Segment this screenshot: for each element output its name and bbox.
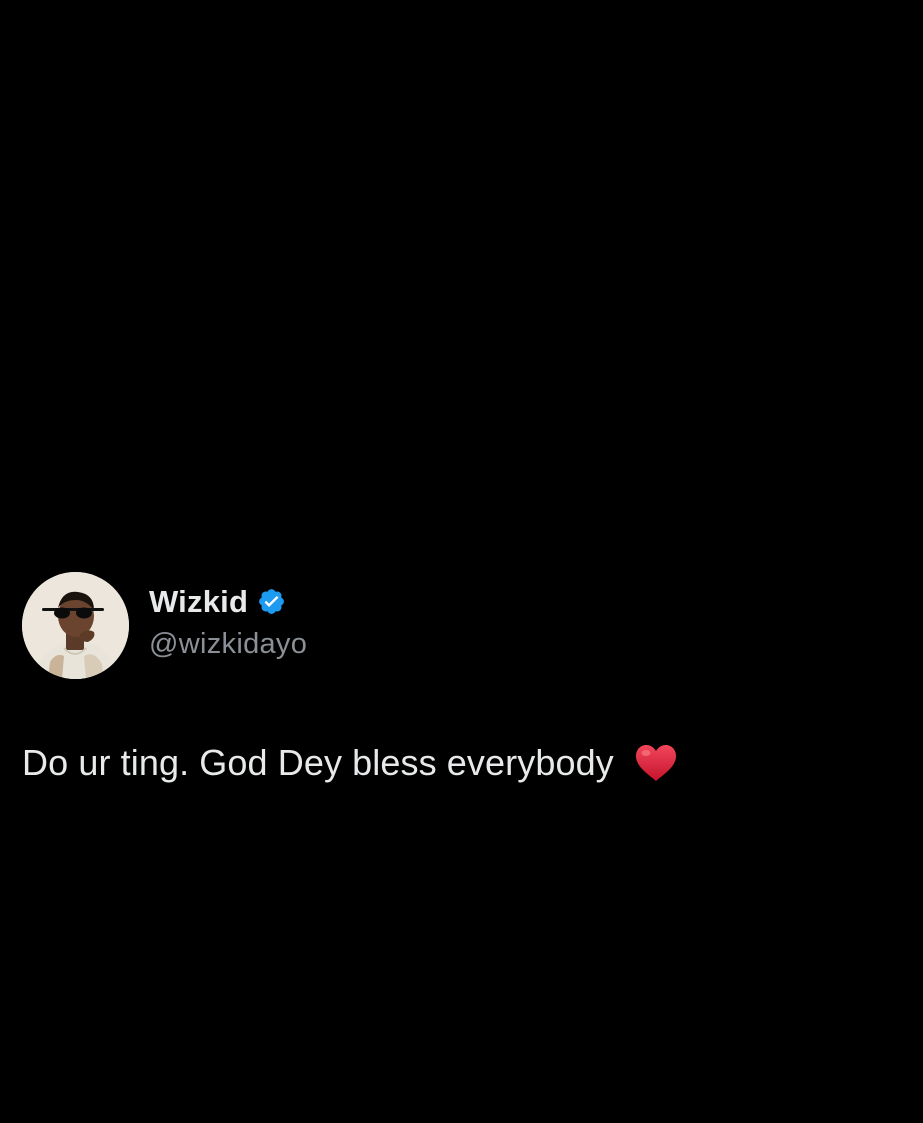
name-row: Wizkid: [149, 584, 307, 620]
tweet-card: Wizkid @wizkidayo Do ur ting. God Dey bl…: [22, 570, 902, 784]
avatar-image: [22, 571, 129, 679]
user-handle[interactable]: @wizkidayo: [149, 628, 307, 661]
user-meta: Wizkid @wizkidayo: [149, 584, 307, 661]
tweet-body: Do ur ting. God Dey bless everybody: [22, 742, 902, 784]
tweet-text: Do ur ting. God Dey bless everybody: [22, 742, 614, 783]
tweet-header: Wizkid @wizkidayo: [22, 570, 902, 680]
red-heart-icon: [634, 743, 678, 783]
avatar[interactable]: [22, 571, 129, 679]
display-name[interactable]: Wizkid: [149, 584, 248, 620]
verified-badge-icon: [257, 587, 286, 616]
